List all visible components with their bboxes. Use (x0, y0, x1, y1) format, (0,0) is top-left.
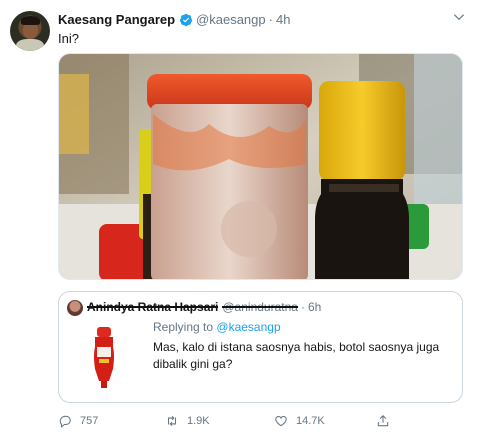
redaction-line (222, 306, 298, 308)
quoted-tweet-timestamp[interactable]: 6h (308, 300, 321, 314)
tweet-photo[interactable] (58, 53, 463, 280)
header-separator: · (268, 12, 273, 27)
replying-mention[interactable]: @kaesangp (216, 320, 280, 334)
quoted-tweet-text: Mas, kalo di istana saosnya habis, botol… (153, 340, 440, 371)
author-handle[interactable]: @kaesangp (196, 12, 266, 27)
like-button[interactable]: 14.7K (274, 414, 325, 428)
retweet-count: 1.9K (187, 415, 210, 427)
verified-badge-icon (179, 13, 193, 26)
quoted-tweet-thumbnail[interactable] (73, 325, 137, 391)
quoted-header-separator: · (300, 300, 305, 314)
quoted-tweet[interactable]: Anindya Ratna Hapsari @aninduratna · 6h … (58, 291, 463, 403)
quoted-author-handle-wrap[interactable]: @aninduratna (222, 300, 298, 314)
retweet-icon (167, 415, 177, 427)
reply-count: 757 (80, 415, 99, 427)
photo-sauce-bottles (59, 54, 462, 279)
tweet-header: Kaesang Pangarep @kaesangp · 4h (58, 12, 290, 27)
quoted-author-name-wrap[interactable]: Anindya Ratna Hapsari (87, 300, 219, 314)
replying-label: Replying to (153, 320, 214, 334)
retweet-button[interactable]: 1.9K (165, 414, 210, 428)
author-name[interactable]: Kaesang Pangarep (58, 12, 175, 27)
tweet[interactable]: Kaesang Pangarep @kaesangp · 4h Ini? · 6… (0, 0, 483, 445)
like-count: 14.7K (296, 415, 325, 427)
heart-icon (275, 416, 287, 427)
chevron-down-icon[interactable] (452, 10, 466, 24)
quoted-author-avatar[interactable] (67, 300, 83, 316)
redaction-line (87, 306, 219, 308)
tweet-timestamp[interactable]: 4h (276, 12, 290, 27)
quoted-tweet-header: Anindya Ratna Hapsari @aninduratna · 6h (87, 300, 321, 314)
reply-icon (59, 415, 71, 428)
share-icon (377, 415, 389, 427)
reply-button[interactable]: 757 (58, 414, 98, 428)
author-avatar[interactable] (10, 11, 50, 51)
share-button[interactable] (376, 414, 398, 428)
tweet-text: Ini? (58, 31, 79, 46)
quoted-replying-to: Replying to @kaesangp (153, 320, 281, 334)
tweet-actions: 757 1.9K 14.7K (58, 414, 438, 430)
